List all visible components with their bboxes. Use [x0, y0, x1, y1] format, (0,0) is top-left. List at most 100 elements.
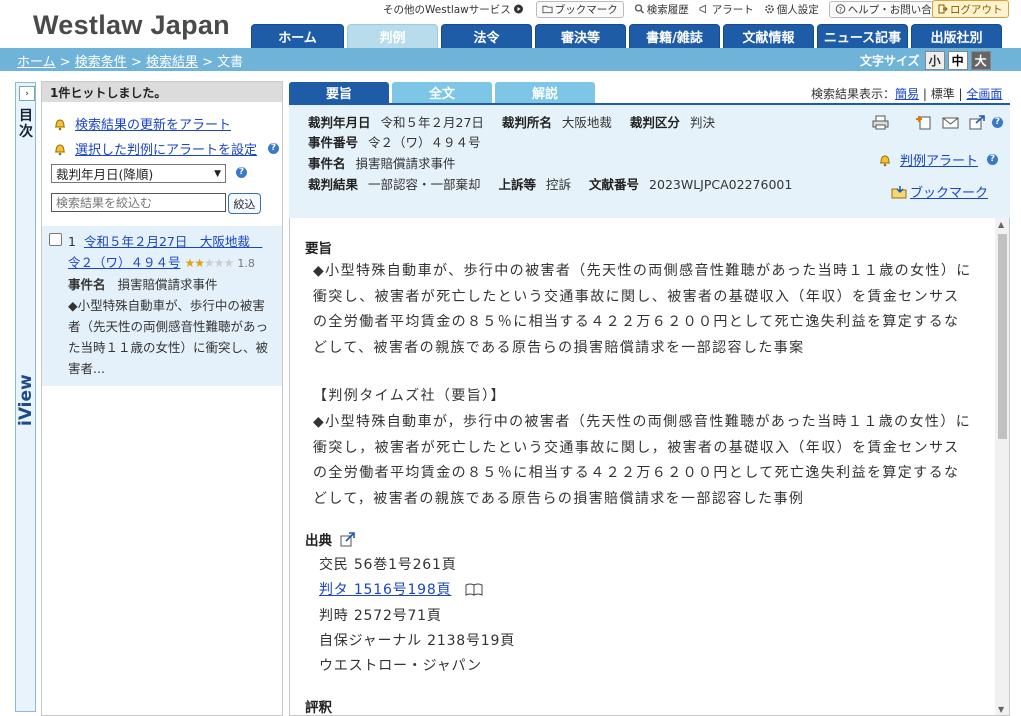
help-icon[interactable]: ?	[987, 154, 999, 165]
sources-heading-row: 出典	[305, 529, 356, 549]
result-index: 1	[68, 234, 76, 249]
rail-expand-button[interactable]: ›	[19, 86, 35, 101]
rating-score: 1.8	[237, 257, 255, 270]
tab-fulltext[interactable]: 全文	[392, 82, 492, 103]
rating-stars: ★★★★★	[185, 256, 235, 270]
breadcrumb-results[interactable]: 検索結果	[146, 55, 198, 70]
rail-toc-label[interactable]: 目次	[18, 108, 34, 140]
filter-button[interactable]: 絞込	[228, 193, 261, 214]
font-size-medium[interactable]: 中	[947, 51, 968, 70]
svg-text:?: ?	[838, 6, 842, 14]
document-actions: ?	[862, 115, 1003, 130]
main-tabs: ホーム 判例 法令 審決等 書籍/雑誌 文献情報 ニュース記事 出版社別	[251, 24, 1005, 48]
chevron-down-icon: ▼	[214, 169, 221, 179]
scrollbar-thumb[interactable]	[998, 234, 1007, 439]
source-item: 交民 56巻1号261頁	[319, 557, 457, 573]
scroll-up-icon[interactable]: ▲	[998, 220, 1004, 229]
source-item: 判時 2572号71頁	[319, 608, 442, 624]
rail-iview-label[interactable]: iView	[16, 374, 36, 426]
document-tabs: 要旨 全文 解説	[289, 82, 598, 103]
tab-home[interactable]: ホーム	[251, 24, 344, 48]
hit-count: 1件ヒットしました。	[42, 82, 282, 102]
utility-links: その他のWestlawサービス ブックマーク 検索履歴 アラート 個人設定 ? …	[383, 0, 969, 18]
tab-summary[interactable]: 要旨	[289, 82, 389, 103]
case-alert-link[interactable]: 判例アラート	[900, 150, 978, 169]
sort-select[interactable]: 裁判年月日(降順) ▼	[51, 164, 226, 183]
bell-icon	[880, 154, 890, 166]
help-icon[interactable]: ?	[992, 117, 1003, 128]
search-icon	[634, 4, 644, 14]
bookmark-link[interactable]: ブックマーク	[910, 182, 988, 201]
result-case-label: 事件名	[68, 277, 106, 292]
result-checkbox[interactable]	[49, 233, 62, 246]
scroll-down-icon[interactable]: ▼	[998, 705, 1004, 714]
add-document-icon[interactable]	[915, 115, 932, 130]
tab-decisions[interactable]: 審決等	[535, 24, 626, 48]
alert-selected-link[interactable]: 選択した判例にアラートを設定	[75, 139, 257, 158]
settings-link[interactable]: 個人設定	[764, 2, 819, 17]
summary-paragraph: ◆小型特殊自動車が、歩行中の被害者（先天性の両側感音性難聴があった当時１１歳の女…	[313, 263, 972, 356]
help-icon[interactable]: ?	[268, 143, 280, 154]
help-circle-icon: ?	[835, 4, 846, 14]
tab-books[interactable]: 書籍/雑誌	[629, 24, 720, 48]
print-icon[interactable]	[872, 115, 889, 130]
breadcrumb: ホーム > 検索条件 > 検索結果 > 文書	[17, 55, 244, 70]
case-metadata: 裁判年月日 令和５年２月27日 裁判所名 大阪地裁 裁判区分 判決 事件番号 令２（ワ）…	[289, 103, 1010, 218]
alert-update-link[interactable]: 検索結果の更新をアラート	[75, 114, 231, 133]
display-full-link[interactable]: 全画面	[966, 87, 1002, 101]
search-history-link[interactable]: 検索履歴	[634, 2, 689, 17]
star-icon: ★	[204, 256, 215, 270]
tab-statutes[interactable]: 法令	[441, 24, 532, 48]
tab-news[interactable]: ニュース記事	[817, 24, 908, 48]
tanren-paragraph: ◆小型特殊自動車が，歩行中の被害者（先天性の両側感音性難聴があった当時１１歳の女…	[313, 414, 972, 507]
star-icon: ★	[223, 256, 235, 270]
font-size-small[interactable]: 小	[924, 51, 945, 70]
case-result: 一部認容・一部棄却	[368, 177, 481, 192]
tab-literature[interactable]: 文献情報	[723, 24, 814, 48]
display-mode: 検索結果表示：簡易 | 標準 | 全画面	[811, 87, 1003, 101]
alert-update-row: 検索結果の更新をアラート	[53, 114, 231, 133]
bookmark-folder-icon	[891, 185, 907, 198]
source-item-link[interactable]: 判タ 1516号198頁	[319, 579, 451, 599]
source-item-link-row: 判タ 1516号198頁	[319, 579, 483, 599]
other-services-link[interactable]: その他のWestlawサービス	[383, 2, 526, 17]
result-item: 1 令和５年２月27日 大阪地裁 令２（ワ）４９４号 ★★★★★ 1.8 事件名 …	[42, 226, 282, 386]
bookmark-link[interactable]: ブックマーク	[535, 0, 624, 18]
external-link-icon[interactable]	[969, 115, 986, 130]
case-date: 令和５年２月27日	[380, 115, 484, 130]
case-name: 損害賠償請求事件	[355, 156, 456, 171]
font-size-large[interactable]: 大	[970, 51, 991, 70]
breadcrumb-home[interactable]: ホーム	[17, 55, 56, 70]
email-icon[interactable]	[942, 115, 959, 130]
filter-input[interactable]	[51, 193, 226, 212]
font-size-control: 文字サイズ 小 中 大	[860, 51, 991, 70]
tab-publishers[interactable]: 出版社別	[911, 24, 1002, 48]
breadcrumb-conditions[interactable]: 検索条件	[75, 55, 127, 70]
vertical-scrollbar[interactable]: ▲ ▼	[995, 218, 1009, 715]
circle-arrow-icon	[513, 4, 523, 14]
display-simple-link[interactable]: 簡易	[895, 87, 919, 101]
tab-commentary[interactable]: 解説	[495, 82, 595, 103]
help-icon[interactable]: ?	[236, 167, 247, 178]
result-case-name: 損害賠償請求事件	[117, 277, 218, 292]
bell-icon	[55, 118, 65, 130]
megaphone-icon	[699, 4, 706, 14]
breadcrumb-current: 文書	[217, 55, 244, 70]
westlaw-logo: Westlaw Japan	[33, 10, 230, 40]
tab-cases[interactable]: 判例	[347, 24, 438, 48]
external-link-icon[interactable]	[340, 531, 356, 547]
document-body: 要旨 ◆小型特殊自動車が、歩行中の被害者（先天性の両側感音性難聴があった当時１１…	[289, 218, 1010, 716]
tanren-title: 【判例タイムズ社（要旨）】	[313, 388, 506, 404]
bookmark-row: ブックマーク	[891, 182, 988, 201]
source-item: 自保ジャーナル 2138号19頁	[319, 633, 515, 649]
book-icon[interactable]	[465, 583, 483, 596]
gear-icon	[764, 4, 774, 14]
result-snippet: ◆小型特殊自動車が、歩行中の被害者（先天性の両側感音性難聴があった当時１１歳の女…	[68, 298, 269, 376]
sources-heading: 出典	[305, 533, 332, 549]
star-icon: ★	[213, 256, 225, 270]
alert-link[interactable]: アラート	[699, 2, 754, 17]
star-icon: ★	[194, 256, 205, 270]
results-panel: 1件ヒットしました。 検索結果の更新をアラート 選択した判例にアラートを設定 ?…	[41, 81, 283, 716]
summary-heading: 要旨	[305, 241, 332, 257]
logout-button[interactable]: ログアウト	[932, 0, 1009, 18]
